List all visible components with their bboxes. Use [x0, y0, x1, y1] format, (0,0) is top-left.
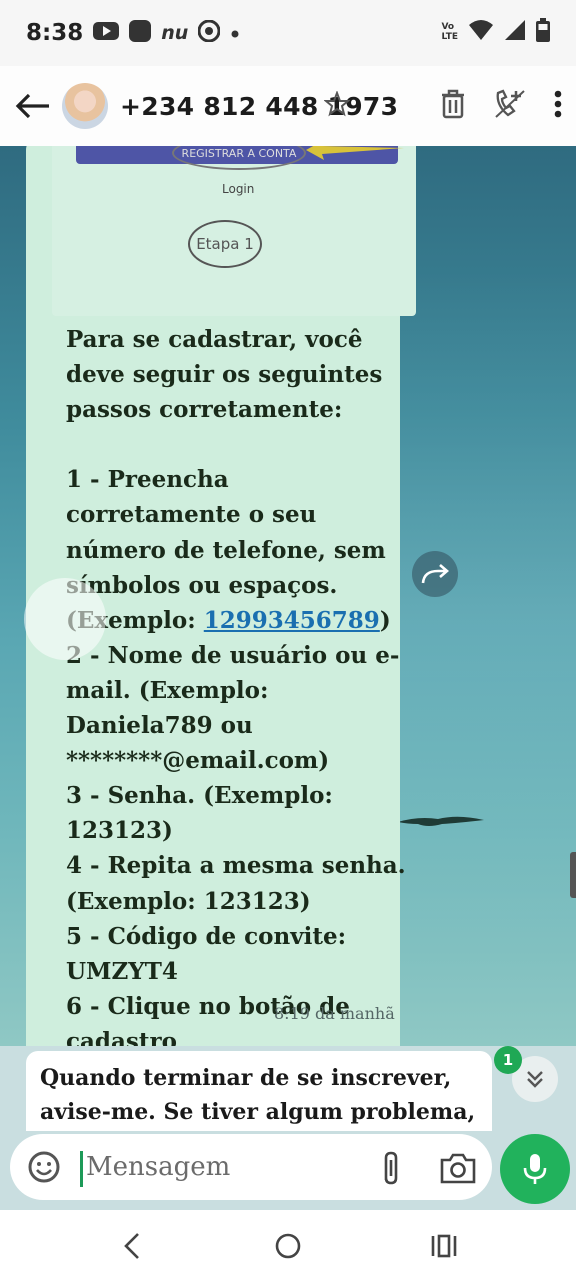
nav-back-icon: [124, 1233, 139, 1259]
quoted-message[interactable]: Quando terminar de se inscrever, avise-m…: [26, 1051, 492, 1131]
phone-link[interactable]: 12993456789: [204, 607, 380, 634]
unread-badge: 1: [494, 1046, 522, 1074]
chrome-icon: [197, 19, 221, 46]
nu-icon: nu: [161, 22, 189, 44]
message-timestamp: 8:19 da manhã: [274, 1004, 395, 1023]
step-label: Etapa 1: [188, 220, 262, 268]
voice-record-button[interactable]: [500, 1134, 570, 1204]
microphone-icon: [523, 1154, 547, 1184]
star-icon[interactable]: [323, 90, 351, 121]
back-button[interactable]: [8, 81, 58, 131]
chat-area[interactable]: REGISTRAR A CONTA Login Etapa 1 Para se …: [0, 146, 576, 1046]
nav-back-button[interactable]: [112, 1226, 152, 1266]
edge-panel-handle[interactable]: [570, 852, 576, 898]
message-text: Para se cadastrar, você deve seguir os s…: [66, 322, 406, 1046]
system-nav-bar: [0, 1210, 576, 1280]
battery-icon: [536, 18, 550, 46]
contact-name[interactable]: +234 812 448 1973: [120, 92, 398, 121]
chevrons-down-icon: [527, 1071, 543, 1088]
attach-icon[interactable]: [374, 1150, 408, 1186]
composer: [0, 1132, 576, 1210]
emoji-icon[interactable]: [26, 1149, 62, 1185]
nav-home-icon: [275, 1233, 301, 1259]
dot-icon: [230, 24, 240, 43]
register-account-label: REGISTRAR A CONTA: [172, 146, 306, 170]
login-text: Login: [222, 182, 255, 196]
nav-recents-icon: [431, 1234, 457, 1258]
bird-wallpaper-icon: [398, 816, 484, 826]
forward-icon: [421, 564, 449, 584]
chat-header: +234 812 448 1973: [0, 66, 576, 146]
nav-home-button[interactable]: [268, 1226, 308, 1266]
message-composer: [10, 1134, 492, 1200]
reply-preview-area: Quando terminar de se inscrever, avise-m…: [0, 1046, 576, 1132]
message-image[interactable]: REGISTRAR A CONTA Login Etapa 1: [52, 146, 416, 316]
touch-ripple: [24, 578, 106, 660]
forward-button[interactable]: [412, 551, 458, 597]
app-square-icon: [129, 20, 152, 46]
text-caret: [80, 1151, 83, 1187]
camera-icon[interactable]: [438, 1150, 478, 1186]
nav-recents-button[interactable]: [424, 1226, 464, 1266]
signal-icon: [504, 19, 526, 45]
avatar[interactable]: [62, 83, 108, 129]
status-bar: 8:38 nu Vo LTE: [0, 0, 576, 66]
back-arrow-icon: [15, 93, 49, 119]
volte-bottom-text: LTE: [441, 32, 458, 42]
youtube-icon: [93, 21, 120, 45]
volte-top-text: Vo: [441, 22, 455, 32]
call-add-icon[interactable]: [494, 89, 526, 123]
message-text-part1: Para se cadastrar, você deve seguir os s…: [66, 326, 386, 634]
arrow-annotation-icon: [306, 146, 404, 160]
wifi-icon: [468, 19, 494, 45]
message-text-part2: ) 2 - Nome de usuário ou e-mail. (Exempl…: [66, 606, 406, 1046]
more-icon[interactable]: [554, 90, 562, 122]
delete-icon[interactable]: [440, 89, 466, 123]
message-input[interactable]: [86, 1146, 376, 1188]
volte-icon: Vo LTE: [441, 22, 458, 42]
status-time: 8:38: [26, 20, 84, 46]
header-actions: [323, 66, 562, 146]
